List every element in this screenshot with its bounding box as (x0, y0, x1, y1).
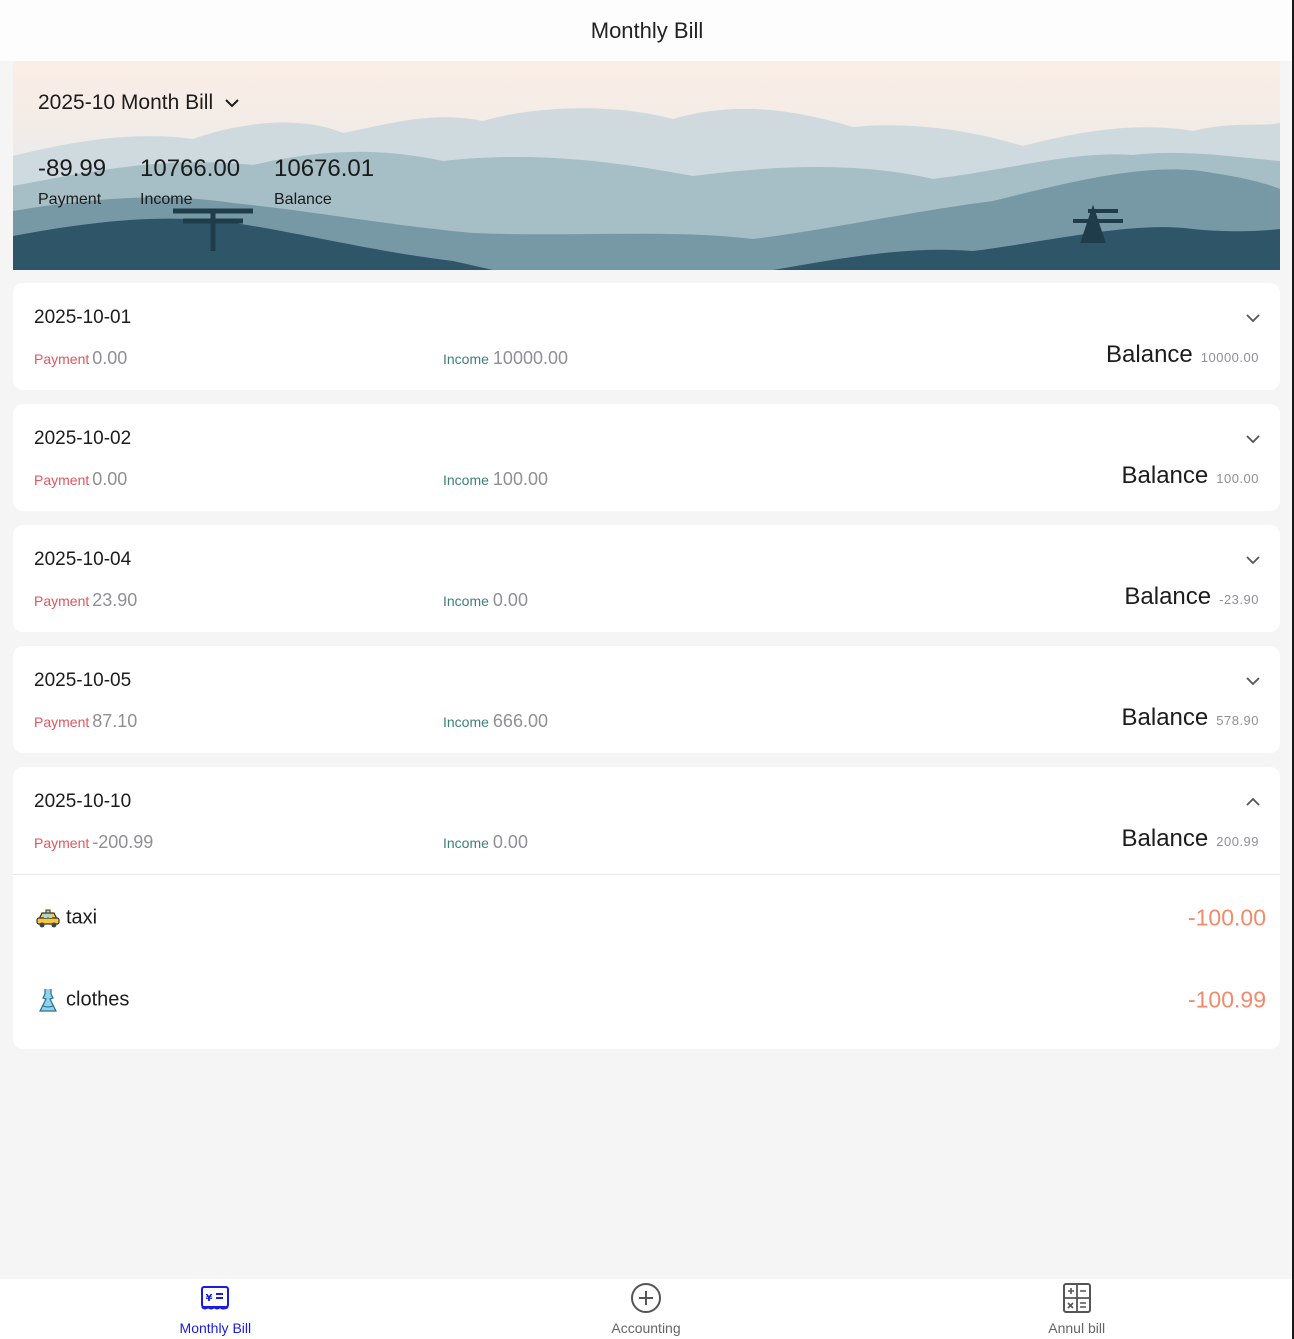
income-value: 0.00 (492, 590, 528, 610)
day-card-header[interactable]: 2025-10-05 Payment 87.10 Income 666.00 Bal… (13, 646, 1280, 753)
payment-value: 87.10 (92, 711, 138, 731)
tab-label: Annul bill (1048, 1320, 1106, 1336)
calculator-icon (1062, 1283, 1091, 1313)
month-stats: -89.99 Payment 10766.00 Income 10676.01 … (38, 155, 374, 209)
balance-label: Balance (1121, 462, 1209, 489)
top-bar: Monthly Bill (0, 0, 1294, 61)
plus-circle-icon (631, 1283, 661, 1313)
taxi-icon (36, 909, 60, 928)
bill-item[interactable]: taxi -100.00 (13, 875, 1280, 961)
bill-item-amount: -100.99 (1187, 986, 1266, 1013)
income-label: Income (443, 351, 489, 367)
bill-item-name: taxi (66, 906, 98, 929)
day-date: 2025-10-04 (34, 549, 132, 570)
bill-item[interactable]: clothes -100.99 (13, 961, 1280, 1039)
balance-value: 100.00 (1216, 471, 1259, 486)
stat-payment-label: Payment (38, 191, 102, 208)
day-summary-row: Payment -200.99 Income 0.00 Balance 200.99 (34, 825, 1259, 857)
payment-label: Payment (34, 835, 90, 851)
month-label: 2025-10 Month Bill (38, 91, 214, 114)
day-date: 2025-10-05 (34, 670, 132, 691)
tab-monthly-bill[interactable]: ¥ Monthly Bill (0, 1279, 431, 1339)
balance-label: Balance (1106, 341, 1193, 368)
balance-value: 10000.00 (1200, 350, 1259, 365)
stat-income-value: 10766.00 (140, 155, 241, 182)
day-card: 2025-10-05 Payment 87.10 Income 666.00 Bal… (13, 646, 1280, 753)
income-label: Income (443, 472, 489, 488)
payment-value: 23.90 (92, 590, 138, 610)
page-title: Monthly Bill (590, 17, 704, 43)
income-value: 10000.00 (492, 348, 568, 368)
stat-balance: 10676.01 Balance (274, 155, 374, 209)
tab-label: Accounting (611, 1320, 681, 1336)
tab-accounting[interactable]: Accounting (431, 1279, 862, 1339)
income-label: Income (443, 714, 489, 730)
income-value: 666.00 (492, 711, 548, 731)
svg-text:¥: ¥ (206, 1293, 213, 1304)
day-summary-row: Payment 0.00 Income 10000.00 Balance 10000.… (34, 341, 1259, 373)
bill-item-name: clothes (66, 988, 130, 1011)
chevron-down-icon[interactable] (1244, 551, 1262, 569)
day-card: 2025-10-02 Payment 0.00 Income 100.00 Bala… (13, 404, 1280, 511)
stat-balance-value: 10676.01 (274, 155, 375, 182)
payment-label: Payment (34, 351, 90, 367)
payment-value: 0.00 (92, 469, 128, 489)
day-date: 2025-10-01 (34, 307, 132, 328)
day-card: 2025-10-10 Payment -200.99 Income 0.00 Bal… (13, 767, 1280, 1049)
income-value: 0.00 (492, 832, 528, 852)
day-date: 2025-10-02 (34, 428, 132, 449)
balance-value: 578.90 (1216, 713, 1259, 728)
day-summary-row: Payment 0.00 Income 100.00 Balance 100.00 (34, 462, 1259, 494)
balance-value: -23.90 (1219, 592, 1259, 607)
chevron-down-icon[interactable] (1244, 430, 1262, 448)
day-card-header[interactable]: 2025-10-02 Payment 0.00 Income 100.00 Bala… (13, 404, 1280, 511)
tab-annual-bill[interactable]: Annul bill (861, 1279, 1292, 1339)
summary-banner: 2025-10 Month Bill -89.99 Payment 10766.… (13, 61, 1280, 270)
stat-balance-label: Balance (274, 191, 332, 208)
chevron-down-icon[interactable] (1244, 309, 1262, 327)
balance-value: 200.99 (1216, 834, 1259, 849)
app-page: Monthly Bill 2025-10 Month Bill -89.99 P… (0, 0, 1294, 1339)
bill-icon: ¥ (201, 1286, 230, 1310)
stat-payment-value: -89.99 (38, 155, 107, 182)
chevron-down-icon (225, 99, 239, 108)
stat-income-label: Income (140, 191, 193, 208)
income-label: Income (443, 835, 489, 851)
payment-label: Payment (34, 593, 90, 609)
stat-payment: -89.99 Payment (38, 155, 140, 209)
chevron-up-icon[interactable] (1244, 793, 1262, 811)
bill-items: taxi -100.00 clothes -100.99 (13, 874, 1280, 1049)
payment-value: 0.00 (92, 348, 128, 368)
payment-label: Payment (34, 472, 90, 488)
payment-label: Payment (34, 714, 90, 730)
tab-label: Monthly Bill (179, 1320, 252, 1336)
income-value: 100.00 (492, 469, 548, 489)
daily-bill-list: 2025-10-01 Payment 0.00 Income 10000.00 Ba… (13, 283, 1280, 1063)
day-card-header[interactable]: 2025-10-01 Payment 0.00 Income 10000.00 Ba… (13, 283, 1280, 390)
day-summary-row: Payment 23.90 Income 0.00 Balance -23.90 (34, 583, 1259, 615)
balance-label: Balance (1121, 825, 1209, 852)
stat-income: 10766.00 Income (140, 155, 274, 209)
payment-value: -200.99 (92, 832, 154, 852)
day-card-header[interactable]: 2025-10-04 Payment 23.90 Income 0.00 Balan… (13, 525, 1280, 632)
day-date: 2025-10-10 (34, 791, 132, 812)
dress-icon (39, 989, 57, 1012)
balance-label: Balance (1124, 583, 1212, 610)
chevron-down-icon[interactable] (1244, 672, 1262, 690)
day-card: 2025-10-01 Payment 0.00 Income 10000.00 Ba… (13, 283, 1280, 390)
month-selector[interactable]: 2025-10 Month Bill (38, 91, 241, 115)
bottom-tab-bar: ¥ Monthly Bill Accounting Annul bill (0, 1279, 1292, 1339)
balance-label: Balance (1121, 704, 1209, 731)
day-card-header[interactable]: 2025-10-10 Payment -200.99 Income 0.00 Bal… (13, 767, 1280, 874)
income-label: Income (443, 593, 489, 609)
day-summary-row: Payment 87.10 Income 666.00 Balance 578.90 (34, 704, 1259, 736)
day-card: 2025-10-04 Payment 23.90 Income 0.00 Balan… (13, 525, 1280, 632)
bill-item-amount: -100.00 (1187, 904, 1266, 931)
